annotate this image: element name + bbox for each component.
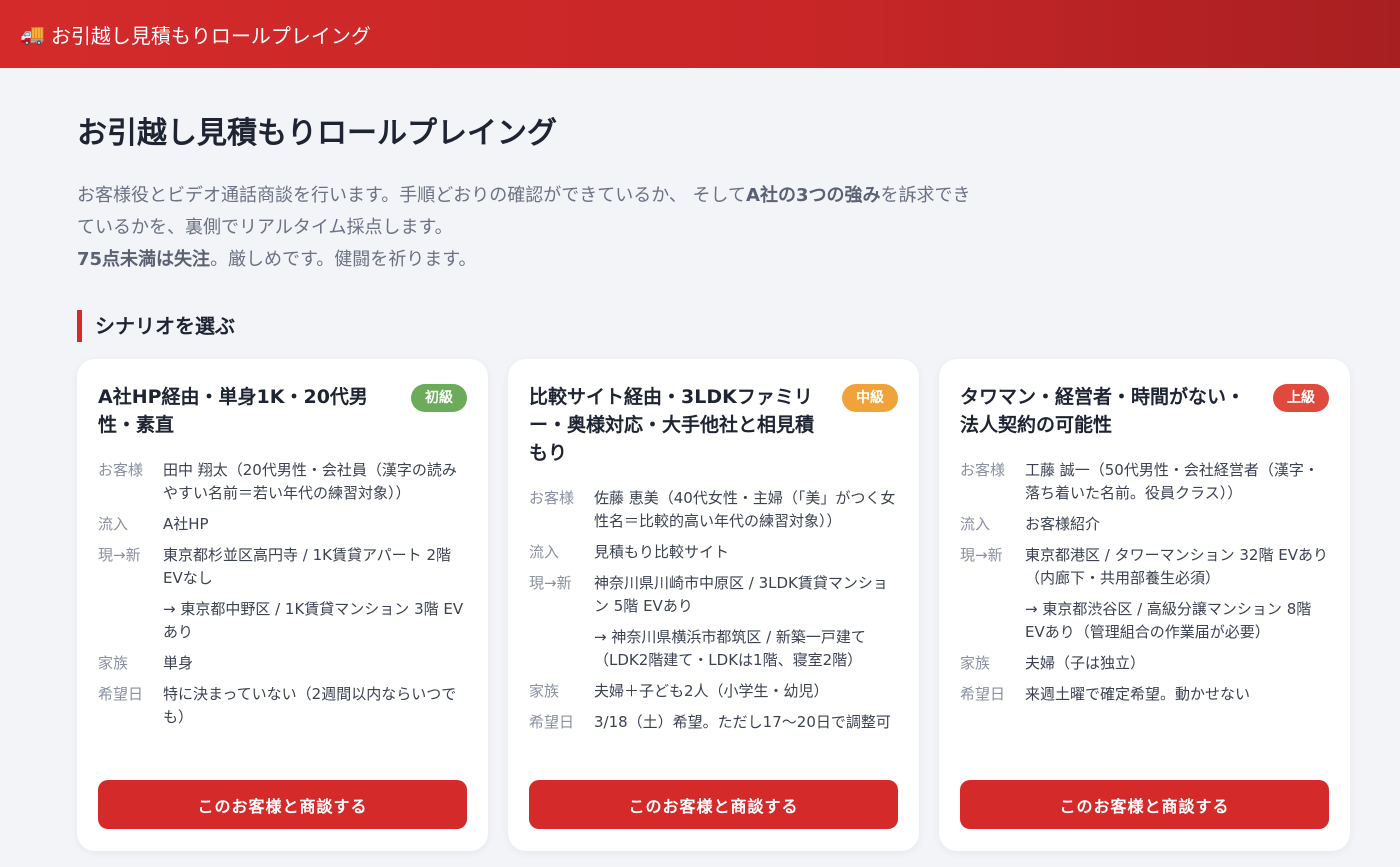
scenario-title: タワマン・経営者・時間がない・法人契約の可能性 <box>960 386 1246 436</box>
intro-line2-b: 。厳しめです。健闘を祈ります。 <box>210 249 477 270</box>
page-title: お引越し見積もりロールプレイング <box>77 116 557 151</box>
date-label: 希望日 <box>98 685 144 703</box>
date-value: 特に決まっていない（2週間以内ならいつでも） <box>163 685 457 726</box>
customer-label: お客様 <box>529 489 575 507</box>
source-value: 見積もり比較サイト <box>594 543 730 561</box>
move-to-value: → 東京都渋谷区 / 高級分譲マンション 8階 EVあり（管理組合の作業届が必要… <box>1025 600 1312 641</box>
source-label: 流入 <box>960 515 991 533</box>
family-value: 夫婦＋子ども2人（小学生・幼児） <box>594 682 829 700</box>
move-from-value: 神奈川県川崎市中原区 / 3LDK賃貸マンション 5階 EVあり <box>594 574 888 615</box>
level-badge: 中級 <box>842 384 898 412</box>
family-value: 夫婦（子は独立） <box>1025 654 1146 672</box>
date-value: 来週土曜で確定希望。動かせない <box>1025 685 1251 703</box>
level-badge: 上級 <box>1273 384 1329 412</box>
customer-label: お客様 <box>98 461 144 479</box>
scenario-title: A社HP経由・単身1K・20代男性・素直 <box>98 386 368 436</box>
customer-value: 佐藤 恵美（40代女性・主婦（「美」がつく女性名＝比較的高い年代の練習対象）） <box>594 489 896 530</box>
move-label: 現→新 <box>529 574 572 592</box>
source-value: お客様紹介 <box>1025 515 1101 533</box>
move-to-value: → 東京都中野区 / 1K賃貸マンション 3階 EVあり <box>163 600 464 641</box>
source-value: A社HP <box>163 515 209 533</box>
truck-icon: 🚚 <box>20 22 45 46</box>
section-title: シナリオを選ぶ <box>77 310 1400 342</box>
intro-text: お客様役とビデオ通話商談を行います。手順どおりの確認ができているか、 そしてA社… <box>77 180 987 276</box>
scenario-card-intermediate: 比較サイト経由・3LDKファミリー・奥様対応・大手他社と相見積もり 中級 お客様… <box>508 359 919 851</box>
move-from-value: 東京都港区 / タワーマンション 32階 EVあり（内廊下・共用部養生必須） <box>1025 546 1328 587</box>
date-label: 希望日 <box>529 713 575 731</box>
level-badge: 初級 <box>411 384 467 412</box>
customer-value: 工藤 誠一（50代男性・会社経営者（漢字・落ち着いた名前。役員クラス）） <box>1025 461 1319 502</box>
start-negotiation-button[interactable]: このお客様と商談する <box>98 780 467 829</box>
main-content: お引越し見積もりロールプレイング お客様役とビデオ通話商談を行います。手順どおり… <box>0 68 1400 851</box>
date-label: 希望日 <box>960 685 1006 703</box>
scenario-card-beginner: A社HP経由・単身1K・20代男性・素直 初級 お客様 田中 翔太（20代男性・会… <box>77 359 488 851</box>
move-from-value: 東京都杉並区高円寺 / 1K賃貸アパート 2階 EVなし <box>163 546 451 587</box>
intro-strengths: A社の3つの強み <box>746 185 881 206</box>
family-label: 家族 <box>529 682 560 700</box>
family-label: 家族 <box>960 654 991 672</box>
customer-value: 田中 翔太（20代男性・会社員（漢字の読みやすい名前＝若い年代の練習対象）） <box>163 461 457 502</box>
move-label: 現→新 <box>960 546 1003 564</box>
intro-threshold: 75点未満は失注 <box>77 249 211 270</box>
start-negotiation-button[interactable]: このお客様と商談する <box>529 780 898 829</box>
scenario-list: A社HP経由・単身1K・20代男性・素直 初級 お客様 田中 翔太（20代男性・会… <box>77 359 1400 851</box>
family-value: 単身 <box>163 654 194 672</box>
scenario-card-advanced: タワマン・経営者・時間がない・法人契約の可能性 上級 お客様 工藤 誠一（50代男… <box>939 359 1350 851</box>
app-header: 🚚 お引越し見積もりロールプレイング <box>0 0 1400 68</box>
start-negotiation-button[interactable]: このお客様と商談する <box>960 780 1329 829</box>
customer-label: お客様 <box>960 461 1006 479</box>
source-label: 流入 <box>98 515 129 533</box>
source-label: 流入 <box>529 543 560 561</box>
move-to-value: → 神奈川県横浜市都筑区 / 新築一戸建て（LDK2階建て・LDKは1階、寝室2… <box>594 628 866 669</box>
scenario-title: 比較サイト経由・3LDKファミリー・奥様対応・大手他社と相見積もり <box>529 386 815 464</box>
move-label: 現→新 <box>98 546 141 564</box>
app-title: お引越し見積もりロールプレイング <box>50 23 371 48</box>
family-label: 家族 <box>98 654 129 672</box>
date-value: 3/18（土）希望。ただし17〜20日で調整可 <box>594 713 891 731</box>
intro-line1-a: お客様役とビデオ通話商談を行います。手順どおりの確認ができているか、 そして <box>77 185 747 206</box>
